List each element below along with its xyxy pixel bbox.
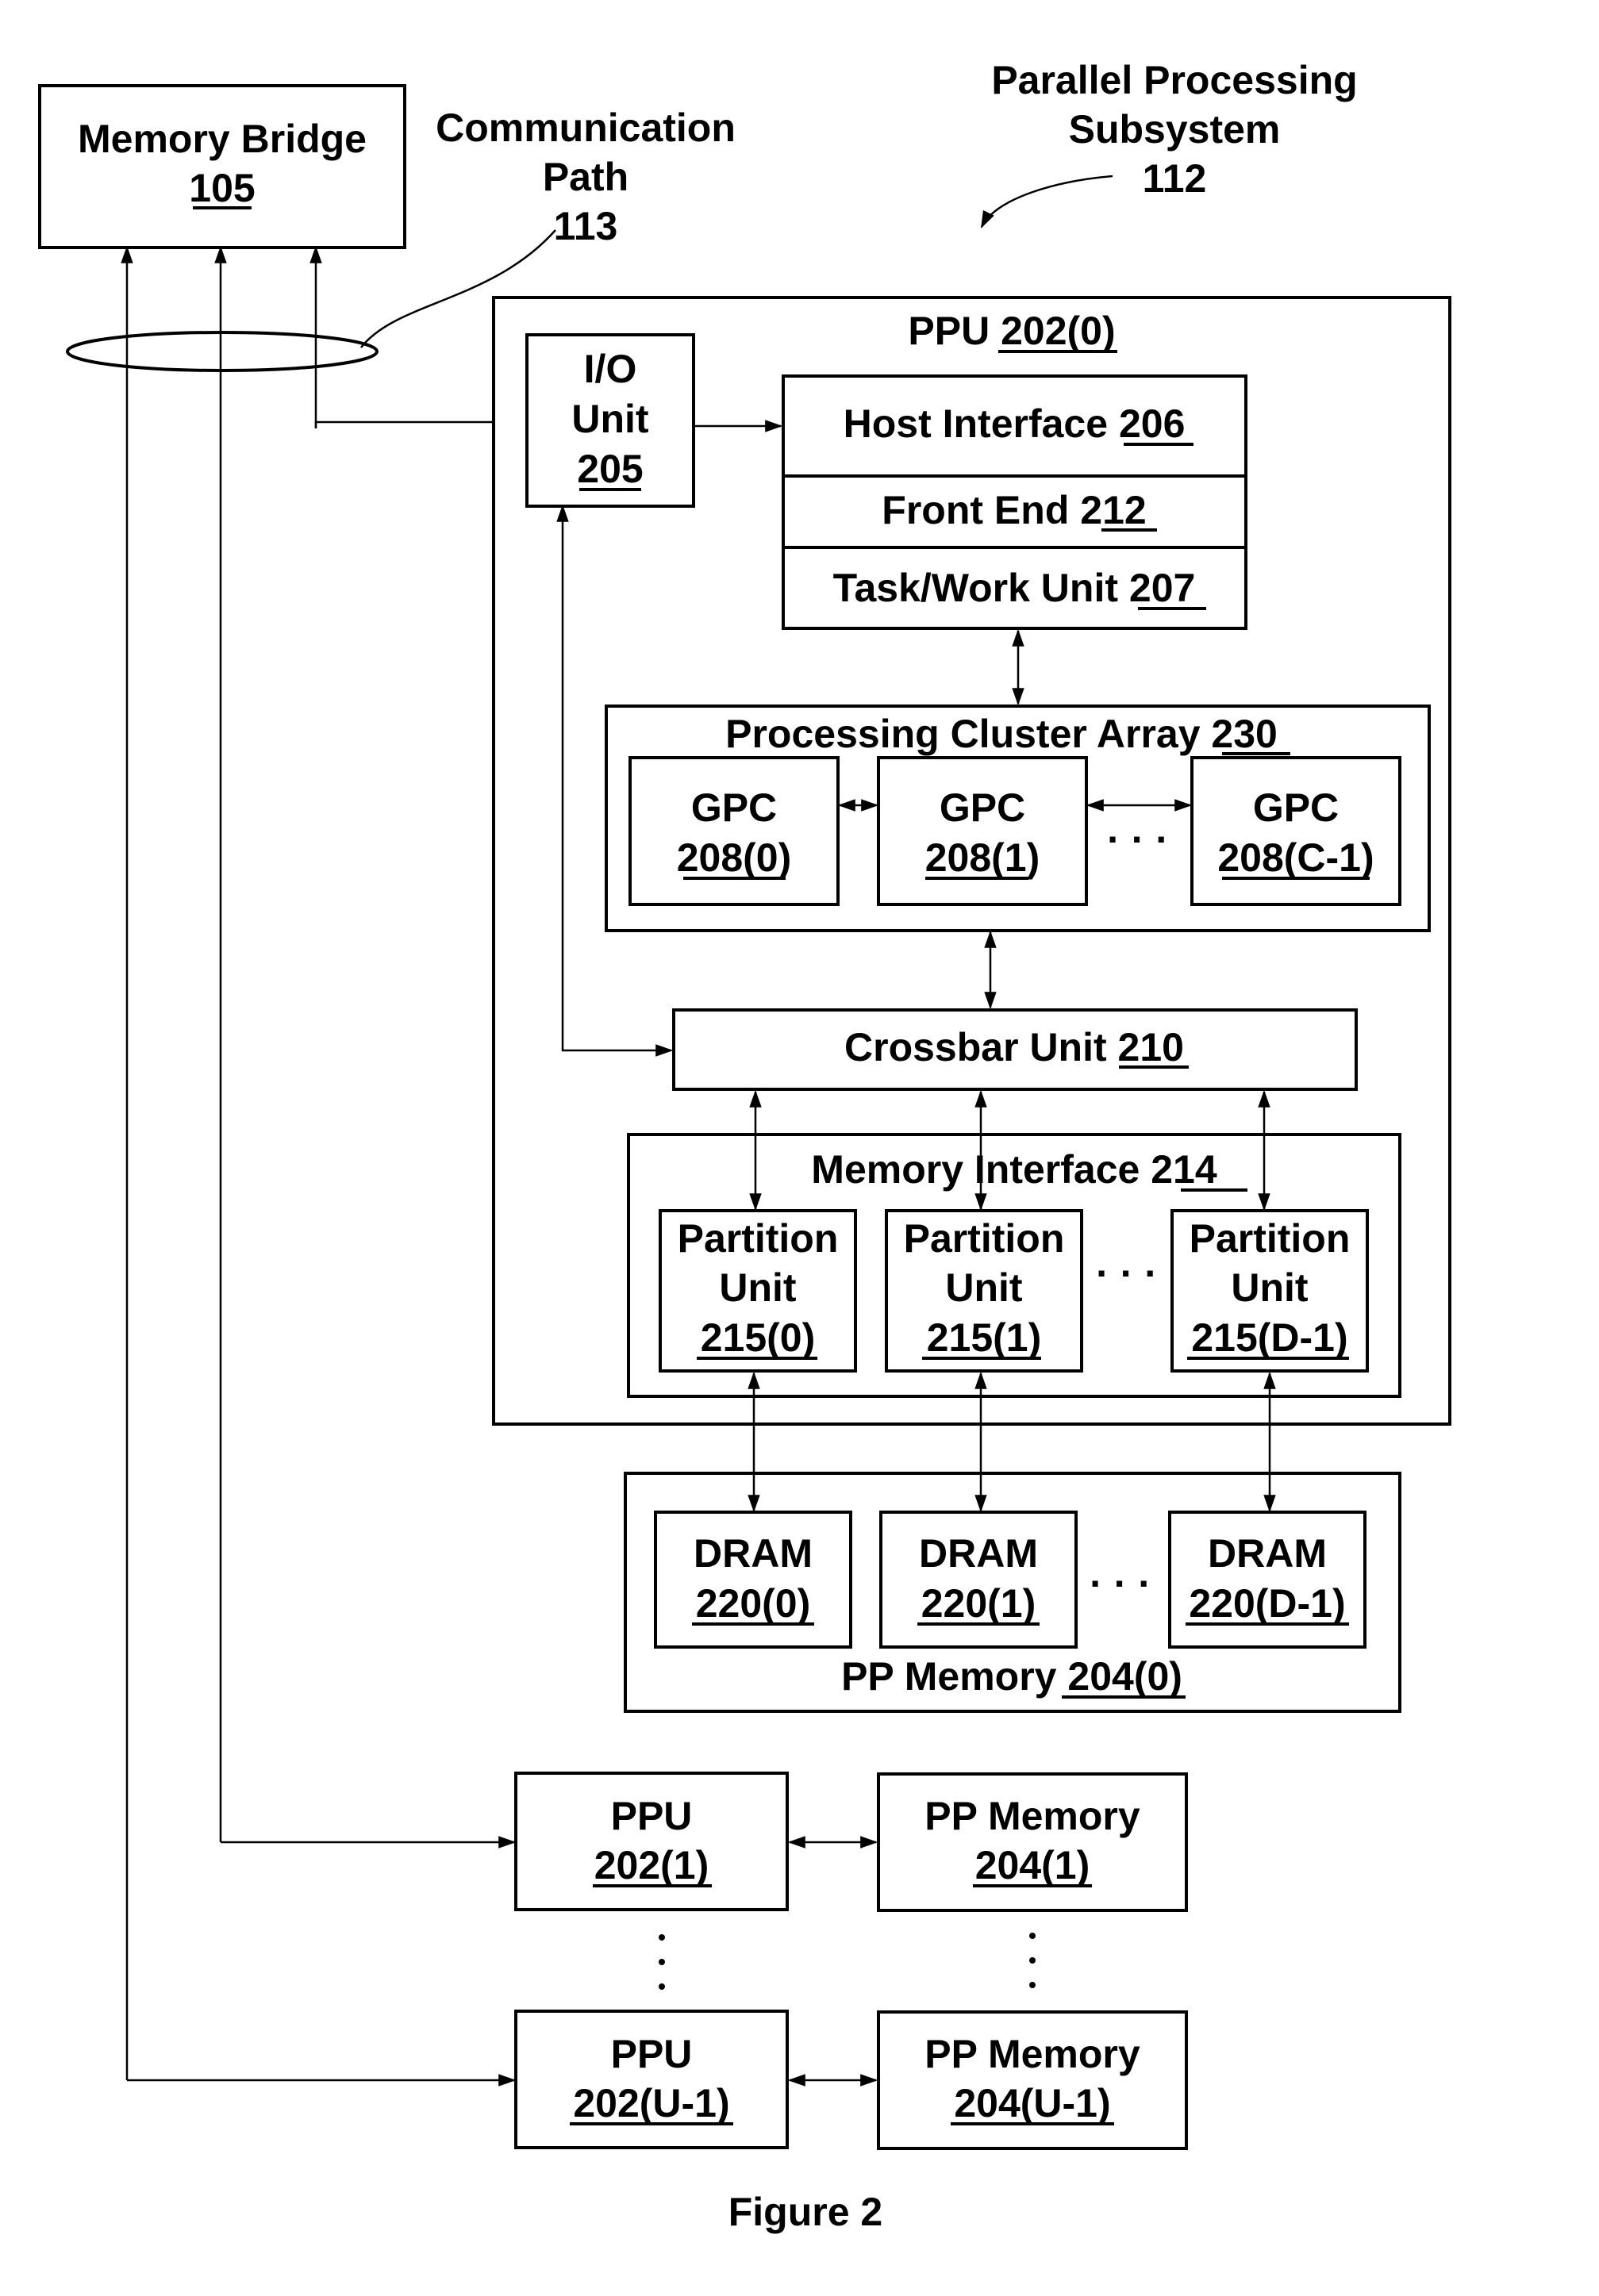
memory-interface-ref: 214 (1151, 1147, 1217, 1192)
gpc-1-ref: 208(1) (925, 835, 1040, 880)
ppu-0-label: PPU (908, 309, 990, 353)
partition-unit-1-label-line1: Partition (904, 1216, 1065, 1261)
pp-memory-1-ref: 204(1) (975, 1843, 1090, 1887)
svg-text:Host Interface 206: Host Interface 206 (844, 401, 1186, 446)
pp-memory-u-1-ref: 204(U-1) (954, 2081, 1110, 2125)
pp-memory-u-1-block: PP Memory 204(U-1) (877, 2010, 1188, 2150)
gpc-ellipsis: · · · (1107, 817, 1169, 862)
ppmem-vertical-ellipsis (1029, 1933, 1036, 1988)
svg-text:Memory Interface 214: Memory Interface 214 (811, 1147, 1217, 1192)
gpc-0-block: GPC 208(0) (628, 756, 840, 906)
partition-ellipsis: · · · (1096, 1251, 1158, 1296)
communication-path-ref: 113 (554, 204, 618, 248)
partition-unit-d-1-label-line1: Partition (1190, 1216, 1351, 1261)
front-end-ref: 212 (1080, 488, 1146, 532)
ppu-u-1-label: PPU (611, 2032, 693, 2076)
partition-unit-1-ref: 215(1) (927, 1315, 1042, 1360)
pp-memory-1-block: PP Memory 204(1) (877, 1772, 1188, 1912)
partition-unit-d-1-ref: 215(D-1) (1191, 1315, 1347, 1360)
dram-0-ref: 220(0) (696, 1581, 811, 1626)
figure-caption: Figure 2 (728, 2190, 882, 2234)
figure-canvas: Memory Bridge 105 Communication Path 113… (38, 58, 1451, 2234)
partition-unit-d-1-label-line2: Unit (1231, 1265, 1309, 1310)
host-interface-ref: 206 (1119, 401, 1185, 446)
crossbar-unit-block: Crossbar Unit 210 (672, 1008, 1358, 1091)
pp-memory-0-ref: 204(0) (1067, 1654, 1182, 1699)
pp-memory-0-block: DRAM 220(0) DRAM 220(1) DRAM 220(D-1) · … (624, 1472, 1401, 1713)
svg-text:Task/Work Unit 207: Task/Work Unit 207 (833, 566, 1196, 610)
ppu-1-label: PPU (611, 1794, 693, 1838)
ppu-vertical-ellipsis (659, 1934, 665, 1990)
dram-d-1-label: DRAM (1208, 1531, 1327, 1576)
task-work-unit-ref: 207 (1129, 566, 1195, 610)
memory-bridge-label: Memory Bridge (78, 117, 367, 161)
gpc-c-1-ref: 208(C-1) (1217, 835, 1374, 880)
dram-1-block: DRAM 220(1) (879, 1511, 1078, 1649)
dram-d-1-ref: 220(D-1) (1189, 1581, 1345, 1626)
ppu-1-block: PPU 202(1) (514, 1772, 789, 1911)
dram-1-label: DRAM (919, 1531, 1038, 1576)
ppu-u-1-block: PPU 202(U-1) (514, 2010, 789, 2149)
processing-cluster-array-block: Processing Cluster Array 230 GPC 208(0) … (605, 705, 1431, 932)
memory-interface-block: Memory Interface 214 Partition Unit 215(… (627, 1133, 1401, 1398)
svg-text:Crossbar Unit 210: Crossbar Unit 210 (844, 1025, 1184, 1069)
pp-memory-1-label: PP Memory (924, 1794, 1140, 1838)
io-unit-label-line1: I/O (584, 347, 637, 391)
subsystem-label-line1: Parallel Processing (991, 58, 1357, 102)
dram-ellipsis: · · · (1090, 1561, 1151, 1606)
host-interface-label: Host Interface (844, 401, 1108, 446)
subsystem-leader-arrow (980, 175, 1113, 228)
gpc-1-label: GPC (940, 785, 1025, 830)
subsystem-label-line2: Subsystem (1069, 107, 1281, 152)
gpc-0-label: GPC (691, 785, 777, 830)
memory-interface-label: Memory Interface (811, 1147, 1140, 1192)
memory-bridge-block: Memory Bridge 105 (38, 84, 406, 249)
svg-text:PPU 202(0): PPU 202(0) (908, 309, 1115, 353)
communication-path-ellipse (66, 331, 379, 372)
subsystem-callout: Parallel Processing Subsystem 112 (980, 58, 1358, 228)
dram-1-ref: 220(1) (921, 1581, 1036, 1626)
ppu-u-1-ref: 202(U-1) (573, 2081, 729, 2125)
io-unit-block: I/O Unit 205 (525, 333, 695, 508)
partition-unit-0-label-line2: Unit (719, 1265, 797, 1310)
partition-unit-d-1-block: Partition Unit 215(D-1) (1170, 1209, 1369, 1373)
svg-text:PP Memory 204(0): PP Memory 204(0) (841, 1654, 1182, 1699)
gpc-0-ref: 208(0) (677, 835, 792, 880)
front-end-stack: Host Interface 206 Front End 212 Task/Wo… (782, 374, 1247, 630)
subsystem-ref: 112 (1143, 156, 1207, 201)
front-end-label: Front End (882, 488, 1069, 532)
io-unit-label-line2: Unit (571, 397, 649, 441)
pca-ref: 230 (1211, 712, 1277, 756)
partition-unit-1-label-line2: Unit (945, 1265, 1023, 1310)
crossbar-ref: 210 (1118, 1025, 1184, 1069)
svg-text:Front End 212: Front End 212 (882, 488, 1146, 532)
dram-0-block: DRAM 220(0) (654, 1511, 852, 1649)
partition-unit-1-block: Partition Unit 215(1) (885, 1209, 1083, 1373)
partition-unit-0-ref: 215(0) (701, 1315, 816, 1360)
communication-path-label-line2: Path (543, 155, 628, 199)
task-work-unit-label: Task/Work Unit (833, 566, 1119, 610)
gpc-1-block: GPC 208(1) (877, 756, 1088, 906)
crossbar-label: Crossbar Unit (844, 1025, 1107, 1069)
gpc-c-1-label: GPC (1253, 785, 1339, 830)
bridge-links (121, 245, 532, 2087)
io-unit-ref: 205 (577, 447, 643, 491)
svg-text:Processing Cluster Array 230: Processing Cluster Array 230 (725, 712, 1278, 756)
partition-unit-0-block: Partition Unit 215(0) (659, 1209, 857, 1373)
pca-label: Processing Cluster Array (725, 712, 1201, 756)
memory-bridge-ref: 105 (189, 166, 255, 210)
pp-memory-u-1-label: PP Memory (924, 2032, 1140, 2076)
dram-0-label: DRAM (694, 1531, 813, 1576)
ppu-0-ref: 202(0) (1001, 309, 1116, 353)
communication-path-label-line1: Communication (436, 106, 736, 150)
pp-memory-0-label: PP Memory (841, 1654, 1057, 1699)
dram-d-1-block: DRAM 220(D-1) (1168, 1511, 1366, 1649)
ppu-1-ref: 202(1) (594, 1843, 709, 1887)
ppu-0-block: PPU 202(0) I/O Unit 205 Host Interface 2… (492, 296, 1451, 1426)
gpc-c-1-block: GPC 208(C-1) (1190, 756, 1401, 906)
partition-unit-0-label-line1: Partition (678, 1216, 839, 1261)
